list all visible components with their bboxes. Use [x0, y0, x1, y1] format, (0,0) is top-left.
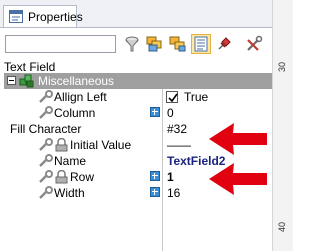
property-name-cell: Fill Character: [4, 121, 162, 137]
property-name-cell: Column: [4, 105, 162, 121]
lock-icon: [54, 169, 69, 184]
ruler-tick-label: 30: [277, 61, 287, 72]
properties-window: Properties Text Field Miscellaneous Alli…: [0, 0, 293, 251]
tab-strip: Properties: [0, 0, 272, 28]
property-value: 0: [167, 106, 174, 120]
category-icon[interactable]: [146, 35, 164, 53]
property-name-cell: Name: [4, 153, 162, 169]
property-name: Column: [54, 106, 96, 120]
bindable-icon[interactable]: [150, 187, 160, 197]
properties-view-icon[interactable]: [191, 34, 211, 54]
property-name: Width: [54, 186, 85, 200]
property-value-cell[interactable]: 0: [164, 105, 272, 121]
bindable-icon[interactable]: [150, 107, 160, 117]
property-value: ——: [167, 138, 191, 152]
category-label: Miscellaneous: [38, 74, 115, 88]
collapse-icon[interactable]: [7, 76, 16, 85]
tab-properties[interactable]: Properties: [3, 5, 83, 27]
property-row-column[interactable]: Column 0: [4, 105, 272, 121]
property-name: Fill Character: [10, 122, 82, 136]
property-value: True: [184, 90, 209, 104]
arrow-annotation-row: [209, 163, 267, 195]
selected-object-name: Text Field: [4, 60, 56, 74]
filter-icon[interactable]: [123, 35, 141, 53]
properties-toolbar: [0, 28, 272, 60]
property-name: Name: [54, 154, 87, 168]
property-value: #32: [167, 122, 188, 136]
property-name-cell: Initial Value: [4, 137, 162, 153]
allign-left-checkbox[interactable]: [166, 91, 178, 103]
bindable-icon[interactable]: [150, 171, 160, 181]
property-row-allign-left[interactable]: Allign Left True: [4, 89, 272, 105]
property-name-cell: Allign Left: [4, 89, 162, 105]
properties-icon: [9, 10, 23, 23]
property-value-cell[interactable]: True: [164, 89, 272, 105]
property-name-cell: Row: [4, 169, 162, 185]
tab-properties-label: Properties: [28, 10, 83, 24]
vertical-ruler: 30 40: [272, 0, 293, 251]
property-value: 1: [167, 170, 174, 184]
search-input[interactable]: [5, 35, 116, 53]
property-name: Initial Value: [70, 138, 132, 152]
category-miscellaneous[interactable]: Miscellaneous: [4, 73, 272, 89]
ruler-tick-label: 40: [277, 221, 287, 232]
arrow-annotation-initial-value: [209, 123, 267, 155]
property-name: Row: [70, 170, 95, 184]
property-value: 16: [167, 186, 181, 200]
tools-icon[interactable]: [245, 35, 263, 53]
alphabetical-icon[interactable]: [169, 35, 187, 53]
property-name-cell: Width: [4, 185, 162, 201]
property-name: Allign Left: [54, 90, 107, 104]
pin-icon[interactable]: [215, 35, 233, 53]
component-icon: [19, 74, 34, 88]
lock-icon: [54, 137, 69, 152]
